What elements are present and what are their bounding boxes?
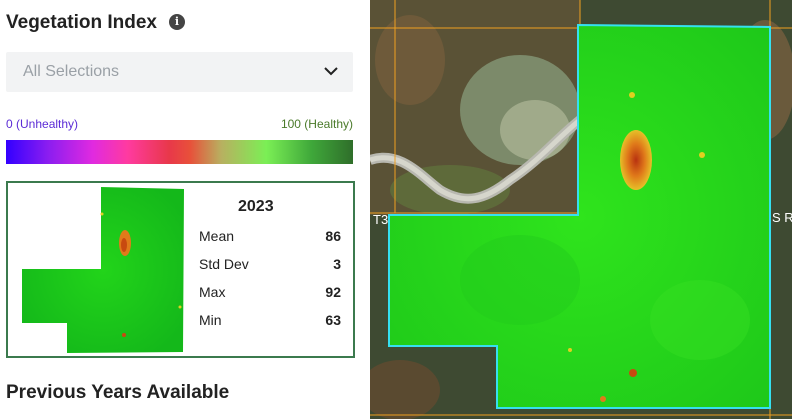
stat-value: 63 [325, 312, 341, 328]
stat-value: 3 [333, 256, 341, 272]
stat-label: Mean [199, 228, 235, 244]
year-summary-card[interactable]: 2023 Mean 86 Std Dev 3 Max 92 Min 63 [6, 181, 355, 358]
stat-label: Max [199, 284, 226, 300]
stat-value: 92 [325, 284, 341, 300]
stat-label: Std Dev [199, 256, 249, 272]
card-year: 2023 [238, 198, 274, 215]
satellite-map[interactable]: T3 S R [370, 0, 792, 419]
legend-high-label: 100 (Healthy) [280, 117, 353, 131]
vegetation-index-panel: Vegetation Index i All Selections 0 (Unh… [0, 0, 370, 419]
previous-years-heading: Previous Years Available [6, 382, 230, 403]
stat-value: 86 [325, 228, 341, 244]
chevron-down-icon [324, 67, 338, 76]
panel-title: Vegetation Index [6, 12, 157, 33]
legend-low-label: 0 (Unhealthy) [6, 117, 79, 131]
ndvi-thumbnail [22, 187, 184, 353]
legend-color-scale [6, 140, 353, 164]
info-icon[interactable]: i [169, 14, 185, 30]
map-label-range: S R [772, 210, 792, 225]
map-label-township: T3 [373, 212, 388, 227]
stat-label: Min [199, 312, 222, 328]
selection-dropdown[interactable]: All Selections [6, 52, 353, 92]
dropdown-placeholder: All Selections [23, 63, 120, 80]
